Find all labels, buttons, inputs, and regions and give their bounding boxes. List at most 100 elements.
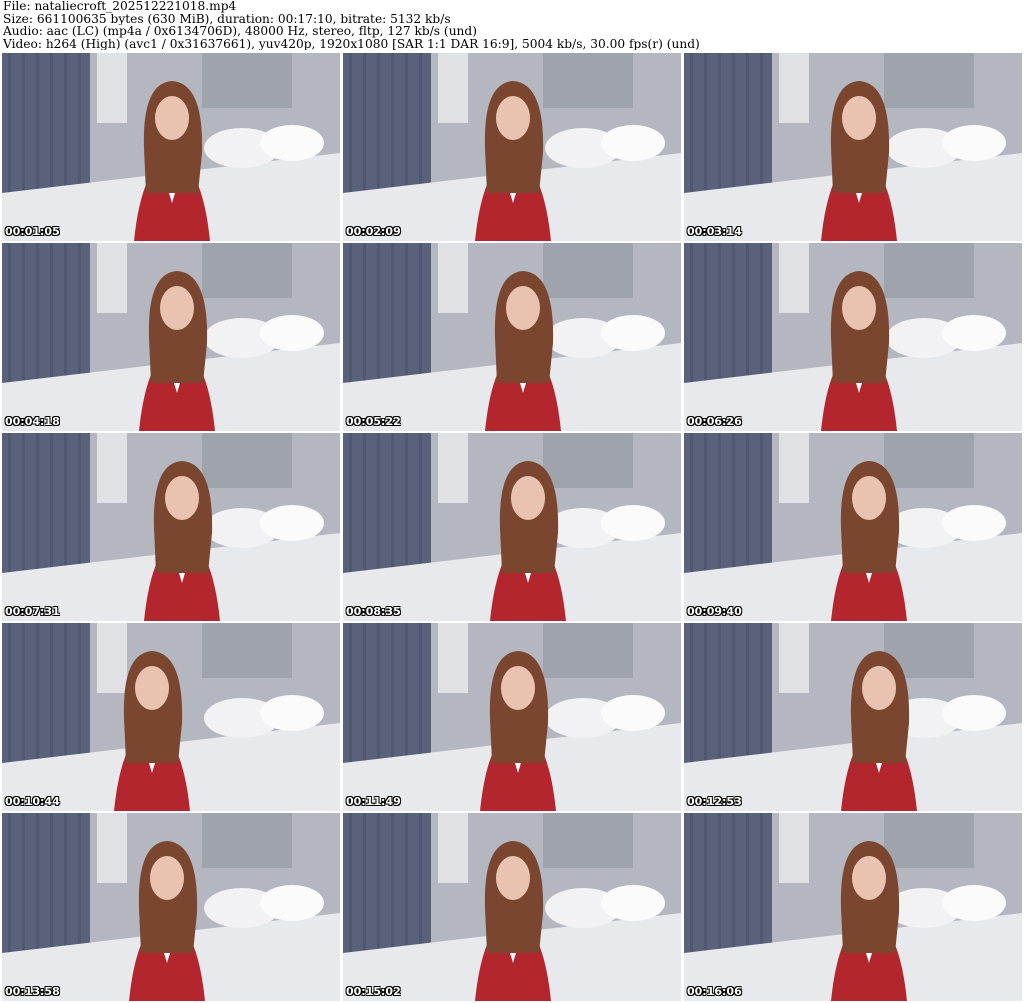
face	[150, 856, 184, 900]
face	[155, 96, 189, 140]
frame-thumbnail[interactable]: 00:15:02	[343, 813, 681, 1001]
shelf	[779, 623, 809, 693]
frame-thumbnail[interactable]: 00:09:40	[684, 433, 1022, 621]
shelf	[438, 623, 468, 693]
pillow	[601, 125, 665, 161]
shelf	[779, 433, 809, 503]
wall-panel	[884, 243, 974, 298]
file-name-line: File: nataliecroft_202512221018.mp4	[3, 0, 237, 13]
pillow	[942, 695, 1006, 731]
face	[496, 96, 530, 140]
frame-image	[684, 53, 1022, 241]
frame-image	[684, 433, 1022, 621]
pillow	[260, 505, 324, 541]
pillow	[942, 125, 1006, 161]
shelf	[97, 433, 127, 503]
face	[511, 476, 545, 520]
frame-thumbnail[interactable]: 00:08:35	[343, 433, 681, 621]
frame-timestamp: 00:04:18	[5, 415, 60, 428]
face	[165, 476, 199, 520]
shelf	[779, 243, 809, 313]
frame-timestamp: 00:10:44	[5, 795, 60, 808]
frame-timestamp: 00:16:06	[687, 985, 742, 998]
shelf	[438, 243, 468, 313]
frame-thumbnail[interactable]: 00:02:09	[343, 53, 681, 241]
face	[501, 666, 535, 710]
thumbnail-grid: 00:01:05 00:02:09 00:03:14 00:04:18 00:0…	[2, 53, 1022, 1001]
face	[506, 286, 540, 330]
face	[842, 286, 876, 330]
frame-thumbnail[interactable]: 00:11:49	[343, 623, 681, 811]
wall-panel	[543, 813, 633, 868]
wall-panel	[202, 623, 292, 678]
frame-image	[2, 243, 340, 431]
wall-panel	[543, 53, 633, 108]
file-size-line: Size: 661100635 bytes (630 MiB), duratio…	[3, 12, 451, 26]
frame-thumbnail[interactable]: 00:06:26	[684, 243, 1022, 431]
frame-timestamp: 00:01:05	[5, 225, 60, 238]
wall-panel	[202, 813, 292, 868]
file-info-header: File: nataliecroft_202512221018.mp4 Size…	[3, 0, 1021, 52]
wall-panel	[543, 243, 633, 298]
frame-timestamp: 00:13:58	[5, 985, 60, 998]
frame-image	[2, 623, 340, 811]
wall-panel	[202, 243, 292, 298]
wall-panel	[202, 433, 292, 488]
frame-thumbnail[interactable]: 00:10:44	[2, 623, 340, 811]
shelf	[97, 623, 127, 693]
frame-thumbnail[interactable]: 00:03:14	[684, 53, 1022, 241]
video-info-line: Video: h264 (High) (avc1 / 0x31637661), …	[3, 37, 700, 51]
frame-image	[2, 433, 340, 621]
frame-thumbnail[interactable]: 00:05:22	[343, 243, 681, 431]
shelf	[438, 813, 468, 883]
wall-panel	[884, 433, 974, 488]
frame-timestamp: 00:08:35	[346, 605, 401, 618]
shelf	[779, 53, 809, 123]
frame-image	[343, 623, 681, 811]
frame-thumbnail[interactable]: 00:01:05	[2, 53, 340, 241]
face	[135, 666, 169, 710]
frame-image	[684, 243, 1022, 431]
frame-timestamp: 00:06:26	[687, 415, 742, 428]
frame-timestamp: 00:15:02	[346, 985, 401, 998]
face	[862, 666, 896, 710]
frame-timestamp: 00:09:40	[687, 605, 742, 618]
pillow	[942, 505, 1006, 541]
shelf	[97, 53, 127, 123]
pillow	[601, 315, 665, 351]
shelf	[97, 243, 127, 313]
frame-thumbnail[interactable]: 00:13:58	[2, 813, 340, 1001]
shelf	[438, 53, 468, 123]
pillow	[260, 885, 324, 921]
frame-image	[684, 623, 1022, 811]
frame-timestamp: 00:11:49	[346, 795, 401, 808]
pillow	[942, 315, 1006, 351]
shelf	[779, 813, 809, 883]
face	[842, 96, 876, 140]
face	[852, 856, 886, 900]
frame-thumbnail[interactable]: 00:16:06	[684, 813, 1022, 1001]
wall-panel	[543, 433, 633, 488]
pillow	[601, 695, 665, 731]
wall-panel	[543, 623, 633, 678]
frame-image	[343, 53, 681, 241]
frame-thumbnail[interactable]: 00:12:53	[684, 623, 1022, 811]
shelf	[97, 813, 127, 883]
pillow	[601, 505, 665, 541]
face	[852, 476, 886, 520]
frame-image	[343, 433, 681, 621]
pillow	[260, 125, 324, 161]
wall-panel	[884, 53, 974, 108]
frame-thumbnail[interactable]: 00:04:18	[2, 243, 340, 431]
frame-timestamp: 00:12:53	[687, 795, 742, 808]
frame-image	[343, 243, 681, 431]
frame-image	[343, 813, 681, 1001]
frame-thumbnail[interactable]: 00:07:31	[2, 433, 340, 621]
wall-panel	[884, 813, 974, 868]
frame-timestamp: 00:02:09	[346, 225, 401, 238]
frame-timestamp: 00:07:31	[5, 605, 60, 618]
frame-image	[684, 813, 1022, 1001]
frame-timestamp: 00:03:14	[687, 225, 742, 238]
frame-image	[2, 813, 340, 1001]
pillow	[601, 885, 665, 921]
